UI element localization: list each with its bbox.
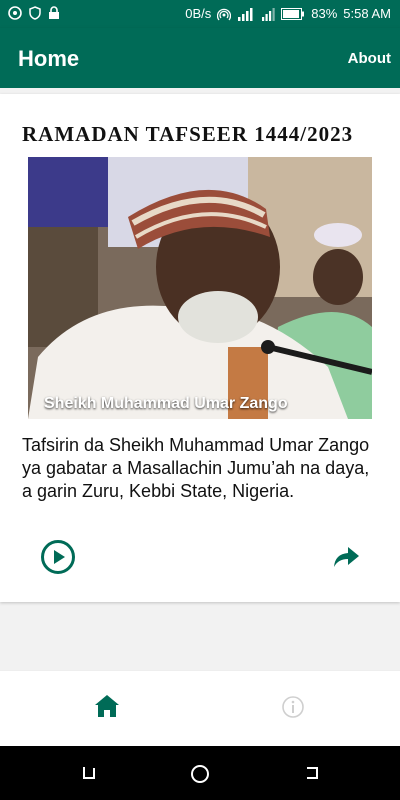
signal-icon-2 bbox=[262, 7, 275, 21]
status-right: 0B/s 83% 5:58 AM bbox=[185, 6, 391, 21]
status-bar: 0B/s 83% 5:58 AM bbox=[0, 0, 400, 28]
data-rate: 0B/s bbox=[185, 6, 212, 21]
share-icon bbox=[334, 547, 359, 567]
system-navigation-bar bbox=[0, 746, 400, 800]
info-icon bbox=[282, 696, 304, 718]
card-image[interactable]: Sheikh Muhammad Umar Zango bbox=[28, 157, 372, 419]
app-bar: Home About bbox=[0, 28, 400, 88]
notification-icon bbox=[8, 6, 22, 20]
clock: 5:58 AM bbox=[343, 6, 391, 21]
hotspot-icon bbox=[217, 8, 232, 20]
nav-item-home[interactable] bbox=[92, 691, 122, 721]
home-icon bbox=[95, 695, 119, 717]
signal-icon bbox=[238, 7, 253, 21]
back-icon[interactable] bbox=[303, 764, 321, 782]
sheikh-photo bbox=[28, 157, 372, 419]
main-content: RAMADAN TAFSEER 1444/2023 Sheikh Muhamma… bbox=[0, 88, 400, 670]
tafseer-card[interactable]: RAMADAN TAFSEER 1444/2023 Sheikh Muhamma… bbox=[0, 94, 400, 602]
play-button[interactable] bbox=[41, 540, 75, 574]
play-icon bbox=[54, 550, 65, 564]
lock-icon bbox=[49, 6, 59, 19]
status-left-icons bbox=[8, 6, 60, 20]
card-description: Tafsirin da Sheikh Muhammad Umar Zango y… bbox=[22, 435, 370, 501]
shield-icon bbox=[29, 6, 41, 20]
card-heading: RAMADAN TAFSEER 1444/2023 bbox=[22, 122, 354, 146]
about-button[interactable]: About bbox=[348, 50, 391, 67]
bottom-navigation bbox=[0, 670, 400, 747]
battery-icon bbox=[281, 7, 305, 20]
image-caption: Sheikh Muhammad Umar Zango bbox=[44, 395, 288, 412]
page-title: Home bbox=[18, 46, 80, 71]
home-button-icon[interactable] bbox=[190, 764, 210, 784]
nav-item-info[interactable] bbox=[281, 695, 305, 719]
share-button[interactable] bbox=[332, 546, 360, 568]
recent-apps-icon[interactable] bbox=[80, 764, 98, 782]
battery-percent: 83% bbox=[311, 6, 338, 21]
